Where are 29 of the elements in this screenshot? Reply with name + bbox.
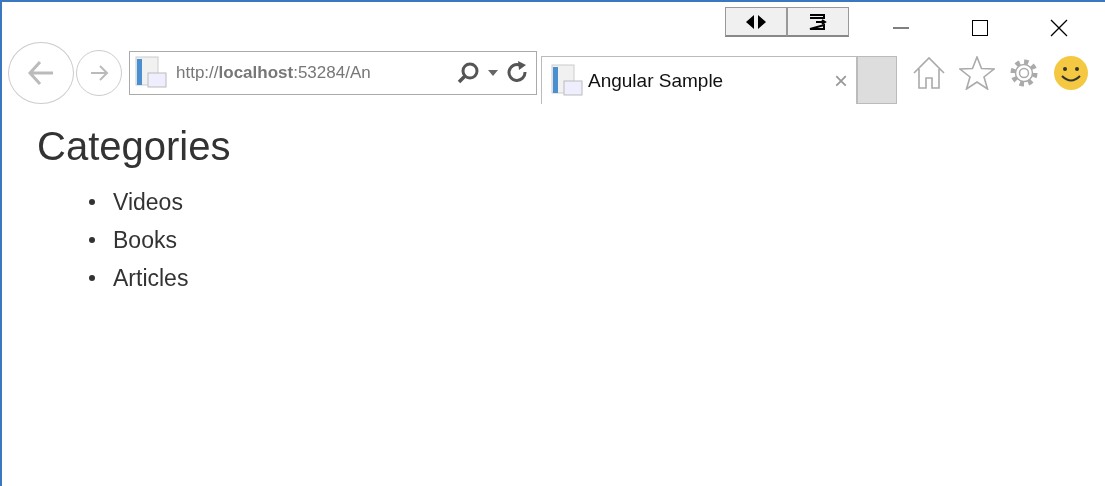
forward-button[interactable] (76, 50, 122, 96)
page-icon (550, 62, 584, 99)
star-icon[interactable] (959, 56, 995, 90)
split-view-button[interactable] (725, 7, 787, 37)
list-item: Books (113, 226, 177, 254)
browser-tab[interactable]: Angular Sample × (541, 56, 857, 104)
tab-close-button[interactable]: × (834, 66, 848, 95)
minimize-icon (893, 27, 910, 29)
close-icon (1049, 19, 1068, 37)
maximize-icon (972, 20, 988, 36)
list-item: Articles (113, 264, 189, 292)
undock-button[interactable] (787, 7, 849, 37)
bullet-icon (89, 199, 95, 205)
bullet-icon (89, 237, 95, 243)
tab-title: Angular Sample (588, 69, 725, 92)
page-heading: Categories (37, 124, 232, 169)
new-tab-button[interactable] (857, 56, 897, 104)
address-bar[interactable]: http://localhost:53284/An (129, 51, 537, 95)
forward-arrow-icon (89, 63, 109, 83)
dropdown-caret-icon (488, 70, 498, 76)
smiley-icon[interactable] (1053, 55, 1089, 91)
list-item: Videos (113, 188, 183, 216)
page-icon (134, 55, 168, 91)
home-icon[interactable] (911, 55, 947, 91)
url-text: http://localhost:53284/An (176, 63, 372, 83)
window-exit-icon (808, 13, 828, 30)
back-arrow-icon (26, 58, 56, 88)
search-icon (456, 61, 480, 85)
bullet-icon (89, 275, 95, 281)
